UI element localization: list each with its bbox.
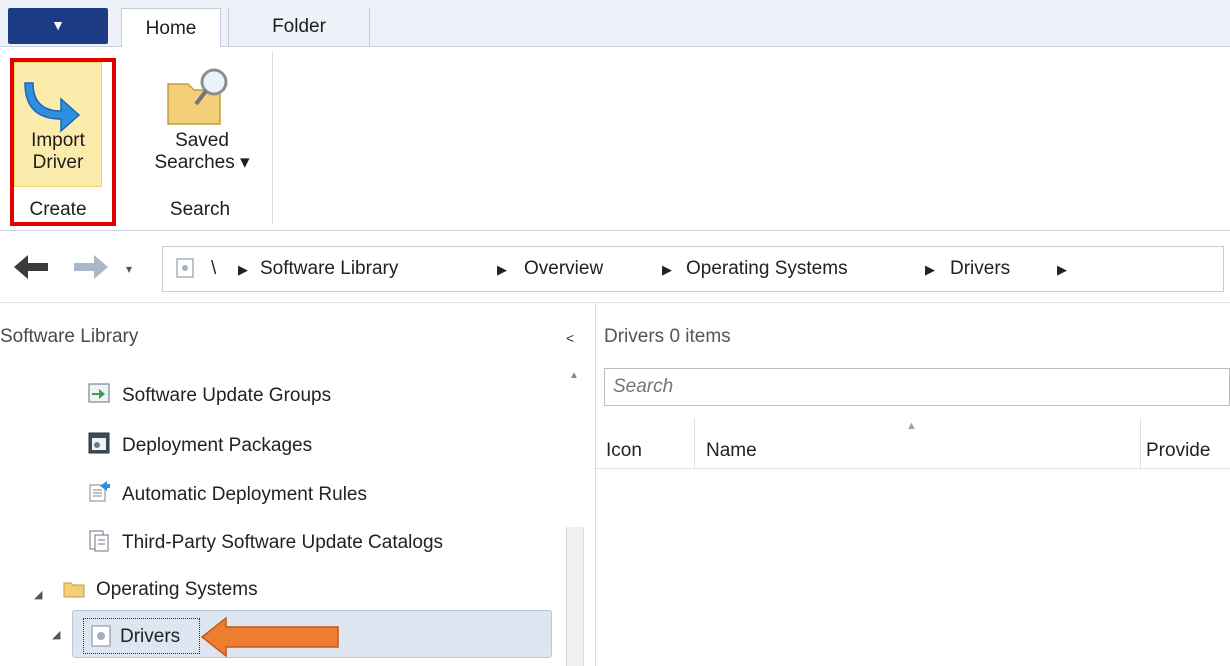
collapse-pane-button[interactable]: < [566, 330, 574, 346]
saved-label-line1: Saved [175, 130, 229, 151]
search-box[interactable] [604, 368, 1230, 406]
tree-item-software-update-groups[interactable]: Software Update Groups [122, 385, 331, 407]
breadcrumb-separator[interactable]: ▶ [662, 262, 672, 278]
column-icon[interactable]: Icon [606, 440, 642, 462]
column-divider[interactable] [694, 418, 695, 468]
forward-arrow-icon [74, 255, 108, 279]
library-root-icon [176, 258, 194, 278]
forward-button[interactable] [70, 252, 110, 288]
history-dropdown[interactable]: ▾ [126, 262, 132, 276]
tab-folder[interactable]: Folder [228, 8, 370, 46]
folder-icon [63, 582, 85, 598]
breadcrumb-separator[interactable]: ▶ [925, 262, 935, 278]
breadcrumb-drivers[interactable]: Drivers [950, 258, 1010, 280]
app-menu-button[interactable]: ▼ [8, 8, 108, 44]
breadcrumb-separator[interactable]: ▶ [238, 262, 248, 278]
annotation-arrow-icon [200, 616, 339, 658]
search-group-label: Search [169, 199, 231, 220]
saved-searches-label: Saved Searches ▾ [150, 130, 254, 174]
tree-item-automatic-deployment-rules[interactable]: Automatic Deployment Rules [122, 484, 367, 506]
breadcrumb-software-library[interactable]: Software Library [260, 258, 398, 280]
tree-item-deployment-packages[interactable]: Deployment Packages [122, 435, 312, 457]
expand-toggle-drivers[interactable]: ◢ [52, 628, 60, 641]
saved-label-line2: Searches ▾ [154, 152, 250, 173]
scrollbar-thumb[interactable] [566, 527, 584, 666]
scroll-up-arrow[interactable]: ▲ [569, 370, 579, 381]
back-arrow-icon [14, 255, 48, 279]
column-name[interactable]: Name [706, 440, 757, 462]
tree-item-drivers[interactable]: Drivers [120, 626, 180, 648]
results-pane [596, 303, 1230, 666]
breadcrumb-separator[interactable]: ▶ [497, 262, 507, 278]
sort-ascending-icon: ▲ [906, 420, 917, 432]
back-button[interactable] [12, 252, 52, 288]
deployment-package-icon [88, 432, 110, 454]
update-group-icon [88, 383, 110, 403]
deployment-rules-icon [89, 481, 110, 502]
tree-item-third-party-catalogs[interactable]: Third-Party Software Update Catalogs [122, 532, 443, 554]
catalog-icon [89, 530, 109, 552]
breadcrumb-root[interactable]: \ [211, 258, 216, 280]
breadcrumb-overview[interactable]: Overview [524, 258, 603, 280]
breadcrumb-separator[interactable]: ▶ [1057, 262, 1067, 278]
list-title: Drivers 0 items [604, 326, 731, 347]
driver-icon [91, 625, 111, 647]
tab-home[interactable]: Home [121, 8, 221, 49]
column-provider[interactable]: Provide [1146, 440, 1210, 462]
create-group-highlight [10, 58, 116, 226]
folder-magnifier-icon [167, 68, 228, 125]
tree-item-operating-systems[interactable]: Operating Systems [96, 579, 258, 601]
expand-toggle-operating-systems[interactable]: ◢ [34, 588, 42, 601]
workspace-title: Software Library [0, 326, 139, 347]
ribbon-group-divider [272, 52, 273, 224]
search-input[interactable] [613, 375, 1213, 399]
breadcrumb-operating-systems[interactable]: Operating Systems [686, 258, 848, 280]
column-divider[interactable] [1140, 418, 1141, 468]
